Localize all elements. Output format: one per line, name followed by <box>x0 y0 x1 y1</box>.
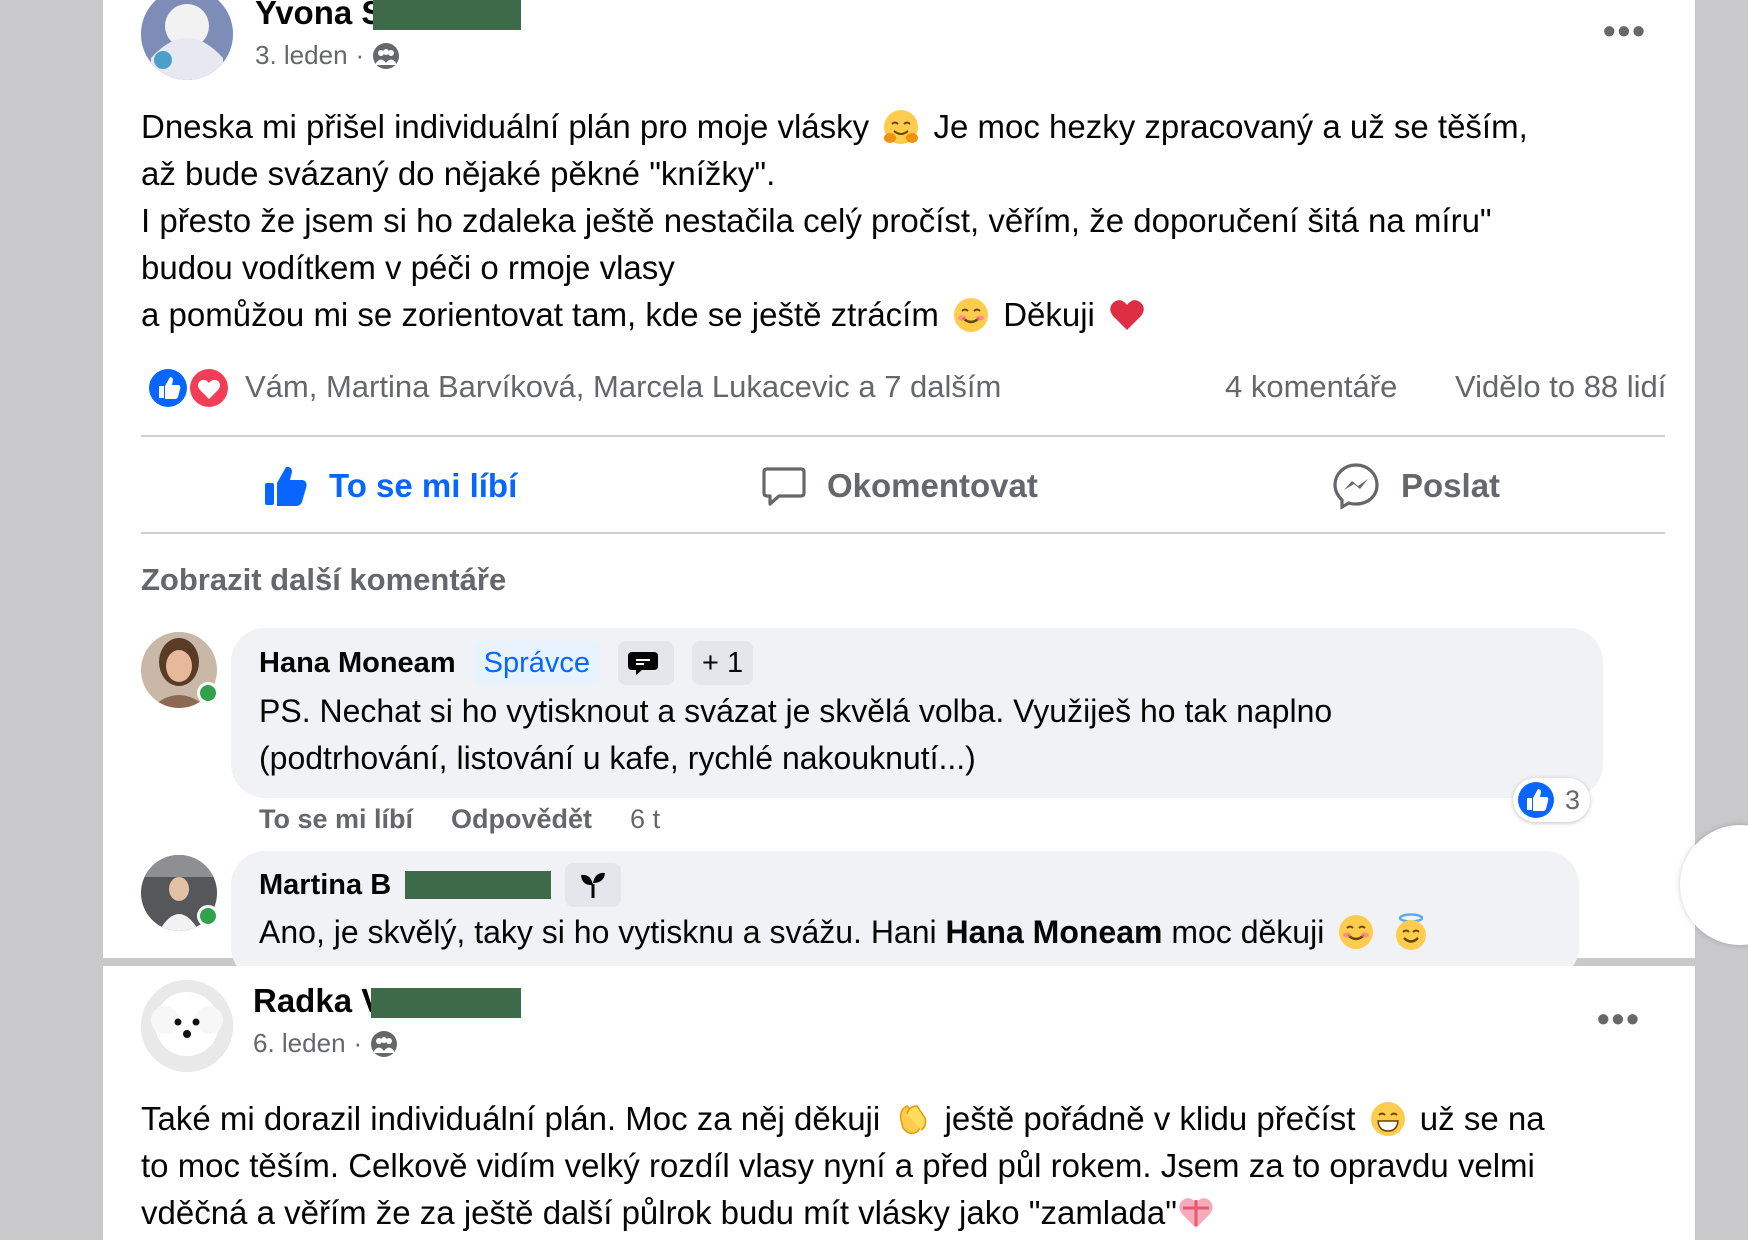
clapping-hands-emoji-icon <box>900 1105 927 1135</box>
comment-bubble-hana: Hana Moneam Správce + 1 PS. Nechat si ho… <box>231 628 1603 798</box>
avatar-yvona[interactable] <box>141 0 233 80</box>
send-button[interactable]: Poslat <box>1331 438 1500 534</box>
comment-bubble-icon <box>762 467 806 506</box>
comment-like-count[interactable]: 3 <box>1513 778 1591 822</box>
group-audience-icon <box>371 1030 398 1057</box>
reactions-summary[interactable]: Vám, Martina Barvíková, Marcela Lukacevi… <box>145 363 1671 413</box>
post-card-yvona: Yvona S 3. leden· ••• Dneska mi přišel i… <box>103 0 1695 981</box>
comment-button[interactable]: Okomentovat <box>761 438 1038 534</box>
smiling-face-emoji-icon <box>1339 915 1374 949</box>
comments-count-link[interactable]: 4 komentáře <box>1225 369 1397 405</box>
comment-author-name[interactable]: Martina B <box>259 869 391 902</box>
comment-button-label: Okomentovat <box>827 467 1038 504</box>
like-reaction-icon <box>1518 782 1554 818</box>
chat-badge[interactable] <box>618 641 674 685</box>
messenger-icon <box>1333 463 1379 510</box>
like-button[interactable]: To se mi líbí <box>263 438 517 534</box>
divider-top <box>141 435 1665 437</box>
red-heart-emoji-icon <box>1110 300 1144 330</box>
post-more-menu-button[interactable]: ••• <box>1597 998 1641 1040</box>
group-audience-icon <box>373 42 400 69</box>
grinning-face-emoji-icon <box>1370 1102 1405 1136</box>
sprout-icon <box>581 872 606 898</box>
post-date[interactable]: 3. leden · <box>255 40 400 71</box>
extra-badges-count[interactable]: + 1 <box>692 641 754 685</box>
comment-timestamp[interactable]: 6 t <box>630 804 660 835</box>
comment-text: Ano, je skvělý, taky si ho vytisknu a sv… <box>259 909 1434 956</box>
comment-text: PS. Nechat si ho vytisknout a svázat je … <box>259 693 1333 776</box>
comment-actions: To se mi líbí Odpovědět 6 t <box>259 804 660 835</box>
post-author-name[interactable]: Yvona S <box>255 0 383 32</box>
online-status-indicator <box>197 905 219 927</box>
new-member-badge[interactable] <box>565 863 622 907</box>
post-date[interactable]: 6. leden · <box>253 1028 398 1059</box>
post-author-name[interactable]: Radka V <box>253 982 383 1020</box>
post-more-menu-button[interactable]: ••• <box>1603 10 1647 52</box>
post-action-bar: To se mi líbí Okomentovat Poslat <box>141 438 1665 534</box>
online-status-indicator <box>197 682 219 704</box>
thumbs-up-icon <box>265 466 307 506</box>
name-redaction <box>371 988 521 1018</box>
post-card-radka: Radka V 6. leden· ••• Také mi dorazil in… <box>103 966 1695 1240</box>
smiling-halo-emoji-icon <box>1396 913 1427 950</box>
comment-like-link[interactable]: To se mi líbí <box>259 804 413 835</box>
smiling-face-emoji-icon <box>954 298 989 332</box>
speech-bubbles-badge-icon <box>628 652 658 675</box>
send-button-label: Poslat <box>1401 467 1501 504</box>
post-body-text: Dneska mi přišel individuální plán pro m… <box>141 108 1528 333</box>
reactions-names-text[interactable]: Vám, Martina Barvíková, Marcela Lukacevi… <box>245 369 1001 405</box>
like-love-reaction-icons[interactable] <box>145 365 235 411</box>
comment-bubble-martina: Martina B Ano, je skvělý, taky si ho vyt… <box>231 851 1579 981</box>
name-redaction <box>405 871 552 899</box>
like-button-label: To se mi líbí <box>329 467 518 504</box>
show-more-comments-link[interactable]: Zobrazit další komentáře <box>141 562 506 598</box>
mention-link[interactable]: Hana Moneam <box>946 914 1163 950</box>
name-redaction <box>373 0 521 30</box>
comment-reply-link[interactable]: Odpovědět <box>451 804 592 835</box>
comment-author-name[interactable]: Hana Moneam <box>259 647 456 680</box>
hugging-face-emoji-icon <box>884 110 919 144</box>
post-body-text: Také mi dorazil individuální plán. Moc z… <box>141 1100 1545 1231</box>
views-count-text: Vidělo to 88 lidí <box>1455 369 1667 404</box>
divider-bottom <box>141 532 1665 534</box>
admin-badge[interactable]: Správce <box>473 641 600 685</box>
heart-ribbon-emoji-icon <box>1179 1198 1213 1228</box>
avatar-radka[interactable] <box>141 980 233 1072</box>
